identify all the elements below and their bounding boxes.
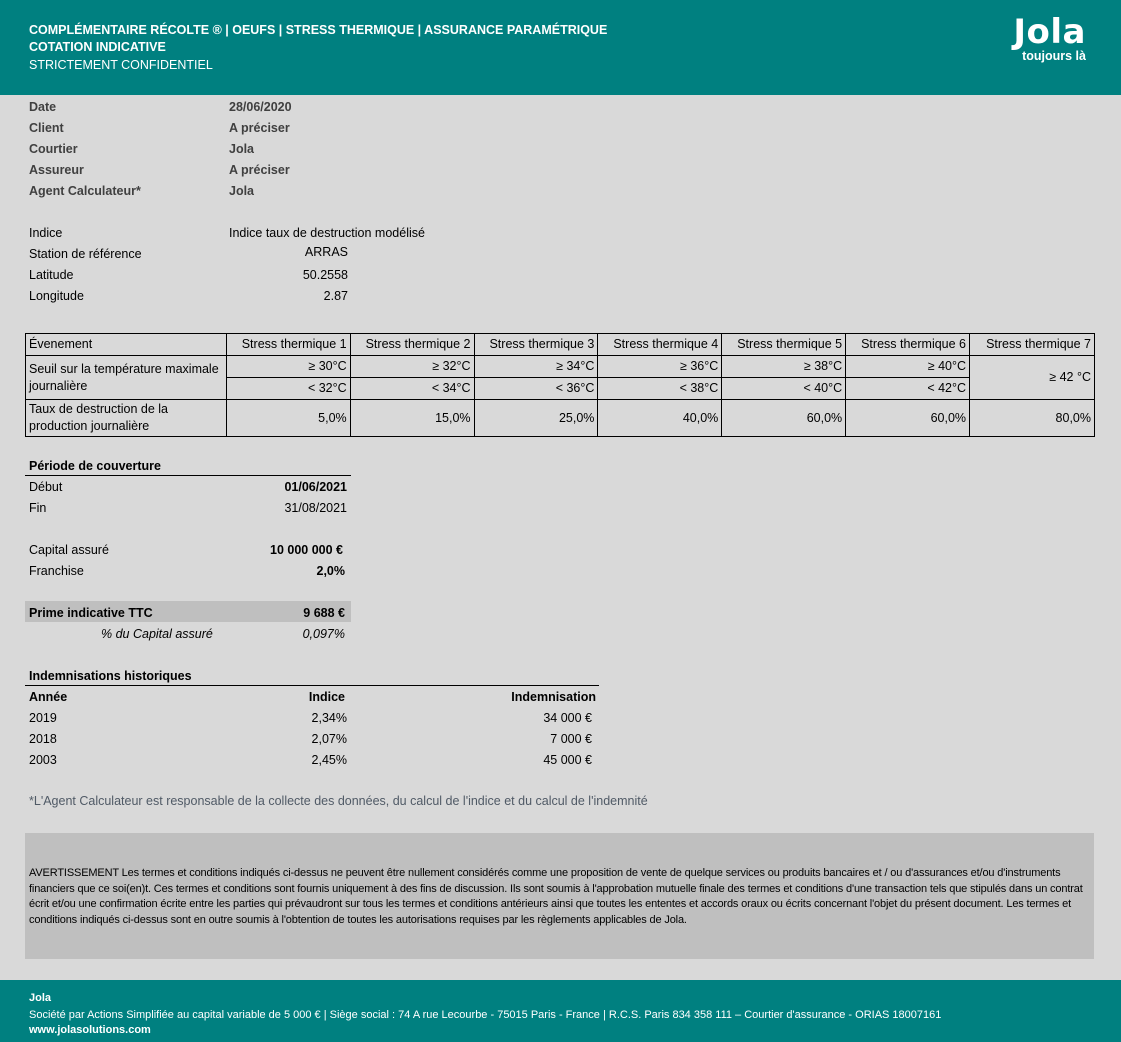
indice-value: Indice taux de destruction modélisé <box>229 226 425 240</box>
debut-value: 01/06/2021 <box>284 480 347 494</box>
events-table: Évenement Stress thermique 1 Stress ther… <box>25 333 1095 437</box>
event-column-5: Stress thermique 5 <box>721 333 847 356</box>
info-date-value: 28/06/2020 <box>229 100 292 114</box>
logo-text: Jola <box>1013 12 1086 52</box>
info-courtier-label: Courtier <box>29 142 78 156</box>
capital-label: Capital assuré <box>29 543 109 557</box>
document-subtitle: COTATION INDICATIVE <box>29 40 166 54</box>
logo-tagline: toujours là <box>1022 49 1086 63</box>
table-row: Taux de destruction de la production jou… <box>25 399 1095 437</box>
info-date-label: Date <box>29 100 57 114</box>
info-courtier-value: Jola <box>229 142 255 156</box>
info-assureur-label: Assureur <box>29 163 84 177</box>
indice-label: Indice <box>29 226 63 240</box>
franchise-label: Franchise <box>29 564 84 578</box>
history-row-2-index: 2,07% <box>311 732 347 746</box>
franchise-value: 2,0% <box>316 564 346 578</box>
taux-label: Taux de destruction de la production jou… <box>25 399 227 437</box>
seuil-max-4: < 38°C <box>597 377 723 400</box>
table-row: Évenement Stress thermique 1 Stress ther… <box>25 333 1095 356</box>
seuil-min-5: ≥ 38°C <box>721 355 847 378</box>
document-title: COMPLÉMENTAIRE RÉCOLTE ® | OEUFS | STRES… <box>29 23 608 37</box>
info-client-label: Client <box>29 121 64 135</box>
history-header-indemnity: Indemnisation <box>511 690 596 704</box>
taux-5: 60,0% <box>721 399 847 437</box>
page-footer: Jola Société par Actions Simplifiée au c… <box>0 980 1121 1042</box>
latitude-value: 50.2558 <box>302 268 348 282</box>
seuil-min-3: ≥ 34°C <box>473 355 599 378</box>
event-column-1: Stress thermique 1 <box>225 333 351 356</box>
longitude-value: 2.87 <box>323 289 348 303</box>
footer-website[interactable]: www.jolasolutions.com <box>29 1024 151 1036</box>
seuil-max-2: < 34°C <box>349 377 475 400</box>
footer-company: Jola <box>29 992 52 1004</box>
seuil-max-6: < 42°C <box>845 377 971 400</box>
event-column-6: Stress thermique 6 <box>845 333 971 356</box>
history-row-1-indemnity: 34 000 € <box>543 711 592 725</box>
longitude-label: Longitude <box>29 289 84 303</box>
station-value: ARRAS <box>304 245 348 259</box>
prime-value: 9 688 € <box>303 606 345 620</box>
taux-6: 60,0% <box>845 399 971 437</box>
seuil-min-6: ≥ 40°C <box>845 355 971 378</box>
history-row-2-year: 2018 <box>29 732 57 746</box>
seuil-label: Seuil sur la température maximale journa… <box>25 355 227 400</box>
coverage-divider <box>25 475 351 476</box>
fin-value: 31/08/2021 <box>284 501 347 515</box>
event-column-4: Stress thermique 4 <box>597 333 723 356</box>
events-header-label: Évenement <box>25 333 227 356</box>
history-title: Indemnisations historiques <box>29 669 192 683</box>
debut-label: Début <box>29 480 63 494</box>
seuil-max-3: < 36°C <box>473 377 599 400</box>
seuil-min-7: ≥ 42 °C <box>969 355 1095 400</box>
seuil-max-1: < 32°C <box>225 377 351 400</box>
seuil-min-2: ≥ 32°C <box>349 355 475 378</box>
info-agent-value: Jola <box>229 184 255 198</box>
confidentiality-label: STRICTEMENT CONFIDENTIEL <box>29 58 213 72</box>
seuil-min-1: ≥ 30°C <box>225 355 351 378</box>
latitude-label: Latitude <box>29 268 74 282</box>
history-row-1-index: 2,34% <box>311 711 347 725</box>
pct-value: 0,097% <box>302 627 345 641</box>
taux-1: 5,0% <box>225 399 351 437</box>
agent-note: *L'Agent Calculateur est responsable de … <box>29 794 648 808</box>
page-header: COMPLÉMENTAIRE RÉCOLTE ® | OEUFS | STRES… <box>0 0 1121 95</box>
seuil-max-5: < 40°C <box>721 377 847 400</box>
event-column-3: Stress thermique 3 <box>473 333 599 356</box>
table-row: Seuil sur la température maximale journa… <box>25 355 1095 400</box>
info-assureur-value: A préciser <box>229 163 290 177</box>
capital-value: 10 000 000 € <box>270 543 343 557</box>
history-divider <box>25 685 599 686</box>
event-column-2: Stress thermique 2 <box>349 333 475 356</box>
history-row-3-year: 2003 <box>29 753 57 767</box>
disclaimer-box: AVERTISSEMENT Les termes et conditions i… <box>25 833 1094 959</box>
history-row-1-year: 2019 <box>29 711 57 725</box>
history-header-year: Année <box>29 690 68 704</box>
taux-2: 15,0% <box>349 399 475 437</box>
prime-label: Prime indicative TTC <box>29 606 153 620</box>
info-agent-label: Agent Calculateur* <box>29 184 141 198</box>
jola-logo: Jola toujours là <box>1013 12 1086 63</box>
history-row-3-index: 2,45% <box>311 753 347 767</box>
taux-3: 25,0% <box>473 399 599 437</box>
event-column-7: Stress thermique 7 <box>969 333 1095 356</box>
pct-label: % du Capital assuré <box>101 627 213 641</box>
footer-address: Société par Actions Simplifiée au capita… <box>29 1009 942 1021</box>
seuil-min-4: ≥ 36°C <box>597 355 723 378</box>
history-row-3-indemnity: 45 000 € <box>543 753 592 767</box>
station-label: Station de référence <box>29 247 142 261</box>
info-client-value: A préciser <box>229 121 290 135</box>
taux-4: 40,0% <box>597 399 723 437</box>
fin-label: Fin <box>29 501 47 515</box>
history-row-2-indemnity: 7 000 € <box>550 732 592 746</box>
history-header-index: Indice <box>308 690 345 704</box>
disclaimer-text: AVERTISSEMENT Les termes et conditions i… <box>29 867 1083 926</box>
coverage-title: Période de couverture <box>29 459 161 473</box>
taux-7: 80,0% <box>969 399 1095 437</box>
